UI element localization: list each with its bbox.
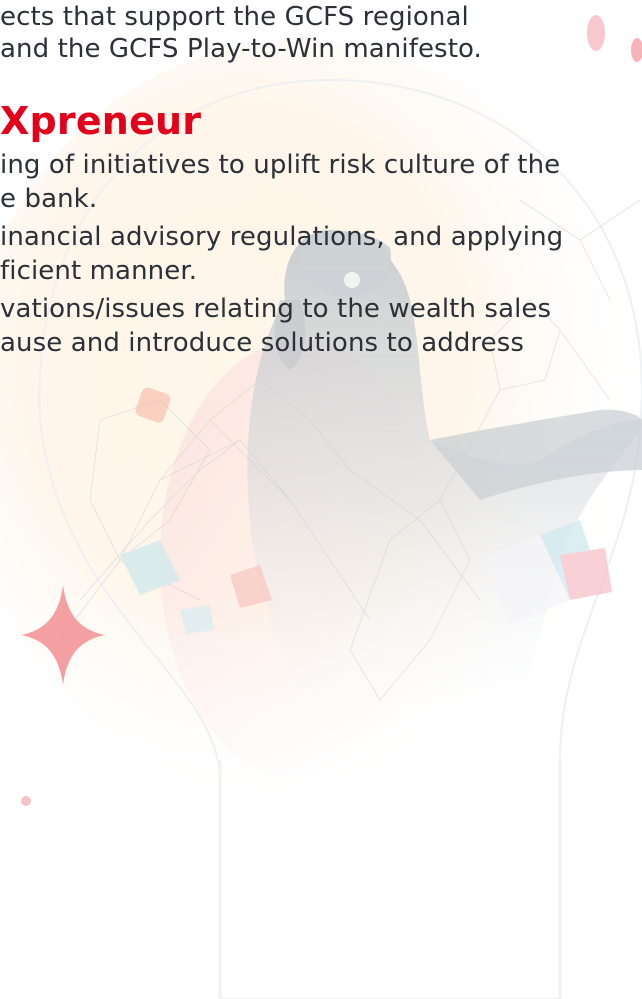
intro-line-1: ects that support the GCFS regional [0, 2, 469, 32]
content-text: ects that support the GCFS regional and … [0, 0, 642, 999]
body-line-5: vations/issues relating to the wealth sa… [0, 294, 552, 324]
intro-line-2: and the GCFS Play-to-Win manifesto. [0, 34, 482, 64]
body-line-6: ause and introduce solutions to address [0, 328, 525, 358]
body-line-3: inancial advisory regulations, and apply… [0, 222, 564, 252]
body-line-4: ficient manner. [0, 256, 198, 286]
body-line-2: e bank. [0, 184, 98, 214]
section-heading: Xpreneur [0, 99, 202, 143]
body-line-1: ing of initiatives to uplift risk cultur… [0, 150, 561, 180]
